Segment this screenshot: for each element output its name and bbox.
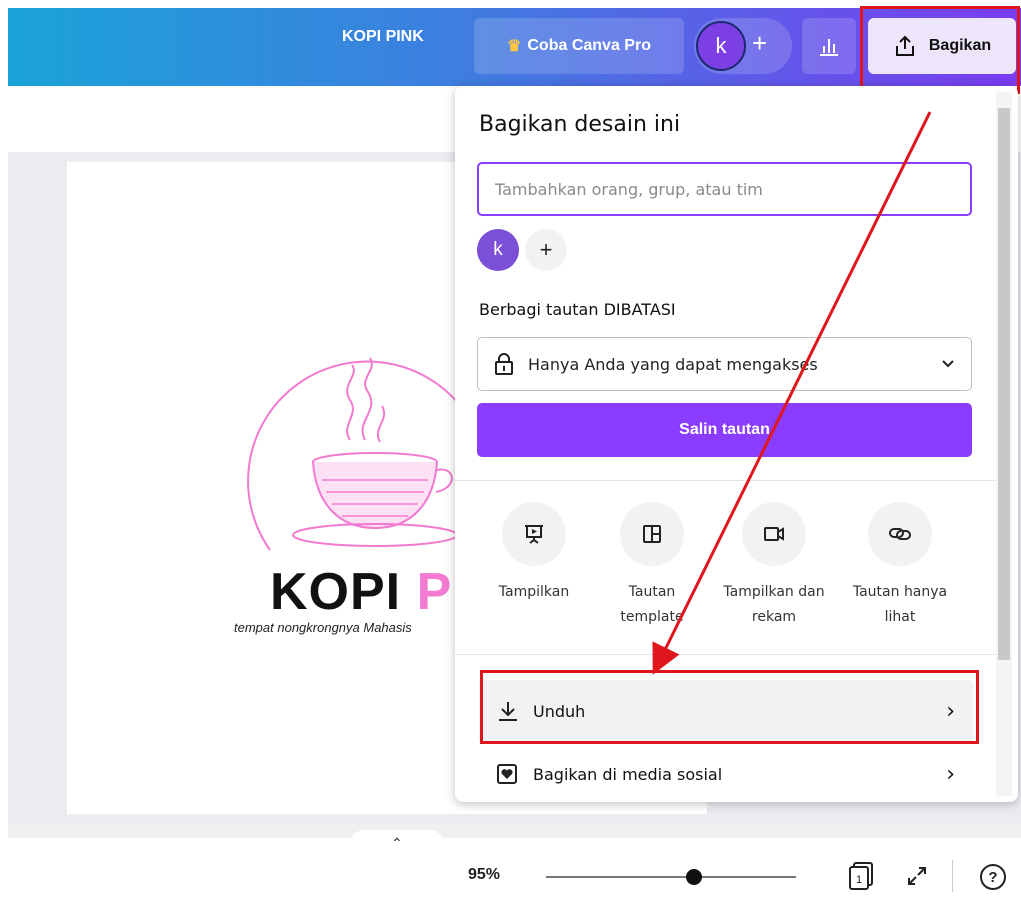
record-icon-wrap <box>742 502 806 566</box>
document-title[interactable]: KOPI PINK <box>342 28 424 46</box>
zoom-slider-handle[interactable] <box>685 869 702 885</box>
link-icon <box>889 528 911 540</box>
plus-icon: + <box>539 237 553 262</box>
chevron-up-icon: ⌃ <box>391 835 403 851</box>
fullscreen-button[interactable] <box>904 862 930 890</box>
expand-icon <box>908 867 926 885</box>
option-present[interactable]: Tampilkan <box>479 502 589 605</box>
page-count: 1 <box>856 874 862 886</box>
try-canva-pro-label: Coba Canva Pro <box>527 37 651 54</box>
heart-icon <box>497 764 517 784</box>
panel-scrollbar-thumb[interactable] <box>998 108 1010 660</box>
option-label-line2: rekam <box>751 609 797 625</box>
access-dropdown[interactable]: Hanya Anda yang dapat mengakses <box>477 337 972 391</box>
option-present-and-record[interactable]: Tampilkan dan rekam <box>719 502 829 630</box>
video-camera-icon <box>764 527 784 541</box>
share-social-button[interactable]: Bagikan di media sosial › <box>479 750 973 798</box>
chevron-right-icon: › <box>946 761 955 787</box>
pages-icon: 1 <box>849 862 873 890</box>
try-canva-pro-button[interactable]: ♛ Coba Canva Pro <box>474 18 684 74</box>
option-label-line2: template <box>620 609 684 625</box>
collaborators-group: k + <box>694 18 792 74</box>
divider <box>952 860 953 892</box>
option-label: Tautan hanya <box>852 584 948 600</box>
bar-chart-icon <box>820 39 838 56</box>
horizontal-scrollbar[interactable] <box>8 824 1021 838</box>
option-label: Tampilkan dan <box>723 584 825 600</box>
chevron-down-icon <box>942 360 954 368</box>
link-sharing-label: Berbagi tautan DIBATASI <box>479 300 676 319</box>
zoom-slider[interactable] <box>546 876 796 878</box>
link-icon-wrap <box>868 502 932 566</box>
coffee-logo-graphic <box>247 357 466 551</box>
present-icon <box>525 525 543 544</box>
present-icon-wrap <box>502 502 566 566</box>
page-grid-button[interactable]: 1 <box>846 860 876 892</box>
option-view-only-link[interactable]: Tautan hanya lihat <box>845 502 955 630</box>
share-social-label: Bagikan di media sosial <box>533 764 723 784</box>
option-label: Tautan <box>628 584 676 600</box>
zoom-level[interactable]: 95% <box>468 866 500 884</box>
download-highlight-box <box>480 670 979 744</box>
lock-icon <box>495 353 513 375</box>
divider <box>455 480 1000 481</box>
add-collaborator-icon[interactable]: + <box>752 28 767 59</box>
crown-icon: ♛ <box>507 38 522 55</box>
copy-link-button[interactable]: Salin tautan <box>477 403 972 457</box>
show-pages-button[interactable]: ⌃ <box>350 830 444 858</box>
share-button-highlight-box <box>860 6 1020 94</box>
option-label-line2: lihat <box>884 609 916 625</box>
add-person-button[interactable]: + <box>525 229 567 271</box>
divider <box>455 654 1000 655</box>
insights-button[interactable] <box>802 18 856 74</box>
add-people-input[interactable] <box>477 162 972 216</box>
help-button[interactable]: ? <box>980 864 1006 890</box>
user-avatar[interactable]: k <box>696 21 746 71</box>
share-panel-title: Bagikan desain ini <box>479 112 681 137</box>
logo-tagline: tempat nongkrongnya Mahasis <box>234 620 412 635</box>
template-icon <box>643 525 661 543</box>
template-icon-wrap <box>620 502 684 566</box>
access-value: Hanya Anda yang dapat mengakses <box>528 354 818 374</box>
option-template-link[interactable]: Tautan template <box>597 502 707 630</box>
option-label: Tampilkan <box>498 584 570 600</box>
logo-title-dark: KOPI <box>270 563 417 621</box>
collaborator-avatar[interactable]: k <box>477 229 519 271</box>
